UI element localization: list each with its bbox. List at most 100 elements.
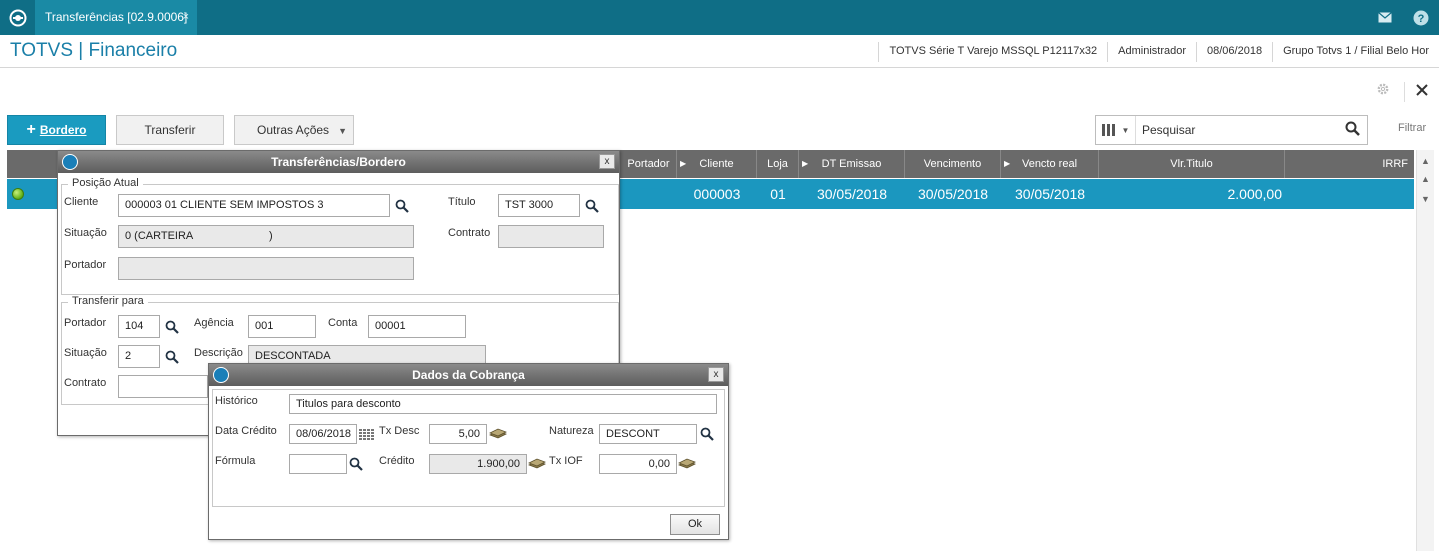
plus-icon: + <box>26 121 36 138</box>
tx-iof-label: Tx IOF <box>549 455 583 467</box>
col-dt-emissao-label: DT Emissao <box>821 158 882 170</box>
scroll-up-icon[interactable]: ▲ <box>1421 174 1430 184</box>
col-irrf[interactable]: IRRF <box>1285 150 1414 178</box>
credito-field: 1.900,00 <box>429 454 527 474</box>
descricao-label: Descrição <box>194 347 243 359</box>
help-icon[interactable]: ? <box>1403 0 1439 35</box>
historico-field[interactable]: Titulos para desconto <box>289 394 717 414</box>
col-loja[interactable]: Loja <box>757 150 799 178</box>
col-vlr-titulo[interactable]: Vlr.Titulo <box>1099 150 1285 178</box>
col-vencto-real[interactable]: ▶ Vencto real <box>1001 150 1099 178</box>
search-input[interactable]: Pesquisar <box>1142 123 1195 137</box>
tab-transferencias[interactable]: Transferências [02.9.0006] × <box>35 0 197 35</box>
posicao-atual-legend: Posição Atual <box>68 177 143 189</box>
header-info: TOTVS Série T Varejo MSSQL P12117x32 Adm… <box>878 42 1439 62</box>
cliente-label: Cliente <box>64 196 99 208</box>
agencia-field[interactable]: 001 <box>248 315 316 338</box>
col-vencimento[interactable]: Vencimento <box>905 150 1001 178</box>
transferir-label: Transferir <box>144 123 196 137</box>
close-icon[interactable] <box>1415 80 1429 103</box>
col-portador[interactable]: Portador <box>621 150 677 178</box>
situacao-destino-field[interactable]: 2 <box>118 345 160 368</box>
portador-destino-field[interactable]: 104 <box>118 315 160 338</box>
situacao-field: 0 (CARTEIRA ) <box>118 225 414 248</box>
contrato-label: Contrato <box>448 227 491 239</box>
transfer-dialog-titlebar[interactable]: Transferências/Bordero x <box>58 151 619 173</box>
natureza-field[interactable]: DESCONT <box>599 424 697 444</box>
search-icon[interactable] <box>1345 121 1361 140</box>
formula-field[interactable] <box>289 454 347 474</box>
portador-label: Portador <box>64 259 107 271</box>
columns-icon <box>1101 124 1115 136</box>
scroll-up-icon[interactable]: ▲ <box>1421 156 1430 166</box>
conta-label: Conta <box>328 317 358 329</box>
date-info: 08/06/2018 <box>1196 42 1272 62</box>
gear-icon[interactable] <box>1376 82 1390 101</box>
tx-desc-label: Tx Desc <box>379 425 420 437</box>
divider <box>1404 81 1405 102</box>
outras-acoes-label: Outras Ações <box>257 123 330 137</box>
cobranca-dialog-titlebar[interactable]: Dados da Cobrança x <box>209 364 728 386</box>
scroll-down-icon[interactable]: ▼ <box>1421 194 1430 204</box>
cobranca-dialog-title: Dados da Cobrança <box>412 368 525 382</box>
close-icon[interactable]: x <box>599 154 615 169</box>
agencia-label: Agência <box>194 317 234 329</box>
search-icon[interactable] <box>165 320 179 334</box>
data-credito-label: Data Crédito <box>215 425 277 437</box>
ok-button[interactable]: Ok <box>670 514 720 535</box>
search-icon[interactable] <box>395 199 409 213</box>
transferir-button[interactable]: Transferir <box>116 115 224 145</box>
bordero-button[interactable]: + Bordero <box>7 115 106 145</box>
calendar-icon[interactable] <box>359 429 374 441</box>
columns-selector[interactable]: ▼ <box>1096 116 1136 144</box>
contrato-field <box>498 225 604 248</box>
money-icon[interactable] <box>489 428 507 440</box>
col-dt-emissao[interactable]: ▶ DT Emissao <box>799 150 905 178</box>
app-title: TOTVS | Financeiro <box>10 40 178 61</box>
cliente-field[interactable]: 000003 01 CLIENTE SEM IMPOSTOS 3 <box>118 194 390 217</box>
tx-iof-field[interactable]: 0,00 <box>599 454 677 474</box>
portador-field <box>118 257 414 280</box>
mail-icon[interactable] <box>1367 0 1403 35</box>
money-icon[interactable] <box>528 458 546 470</box>
natureza-label: Natureza <box>549 425 594 437</box>
cell-vencto-real: 30/05/2018 <box>1014 186 1086 202</box>
search-icon[interactable] <box>165 350 179 364</box>
money-icon[interactable] <box>678 458 696 470</box>
cobranca-dialog: Dados da Cobrança x Histórico Titulos pa… <box>208 363 729 540</box>
titulo-label: Título <box>448 196 476 208</box>
titulo-field[interactable]: TST 3000 <box>498 194 580 217</box>
tab-close-icon[interactable]: × <box>183 0 189 35</box>
dialog-logo-icon <box>213 367 229 383</box>
cell-vencimento: 30/05/2018 <box>917 186 989 202</box>
search-box: ▼ Pesquisar <box>1095 115 1368 145</box>
col-vencto-real-label: Vencto real <box>1021 158 1078 170</box>
search-icon[interactable] <box>585 199 599 213</box>
data-credito-field[interactable]: 08/06/2018 <box>289 424 357 444</box>
col-cliente[interactable]: ▶ Cliente <box>677 150 757 178</box>
conta-field[interactable]: 00001 <box>368 315 466 338</box>
system-info: TOTVS Série T Varejo MSSQL P12117x32 <box>878 42 1107 62</box>
search-icon[interactable] <box>349 457 363 471</box>
vertical-scrollbar[interactable]: ▲ ▲ ▼ <box>1416 150 1434 551</box>
cell-vlr-titulo: 2.000,00 <box>1227 186 1283 202</box>
totvs-logo-icon[interactable] <box>0 0 35 35</box>
filtrar-link[interactable]: Filtrar <box>1398 122 1426 134</box>
svg-text:?: ? <box>1418 13 1425 25</box>
status-ok-icon <box>12 188 24 200</box>
cell-cliente: 000003 <box>693 186 741 202</box>
contrato-destino-field[interactable] <box>118 375 208 398</box>
cell-dt-emissao: 30/05/2018 <box>816 186 888 202</box>
search-icon[interactable] <box>700 427 714 441</box>
outras-acoes-button[interactable]: Outras Ações ▼ <box>234 115 354 145</box>
formula-label: Fórmula <box>215 455 256 467</box>
user-info: Administrador <box>1107 42 1196 62</box>
contrato-destino-label: Contrato <box>64 377 107 389</box>
transferir-para-legend: Transferir para <box>68 295 148 307</box>
close-icon[interactable]: x <box>708 367 724 382</box>
col-cliente-label: Cliente <box>699 158 734 170</box>
transfer-dialog-title: Transferências/Bordero <box>271 155 406 169</box>
credito-label: Crédito <box>379 455 415 467</box>
tx-desc-field[interactable]: 5,00 <box>429 424 487 444</box>
app-header: TOTVS | Financeiro TOTVS Série T Varejo … <box>0 35 1439 68</box>
